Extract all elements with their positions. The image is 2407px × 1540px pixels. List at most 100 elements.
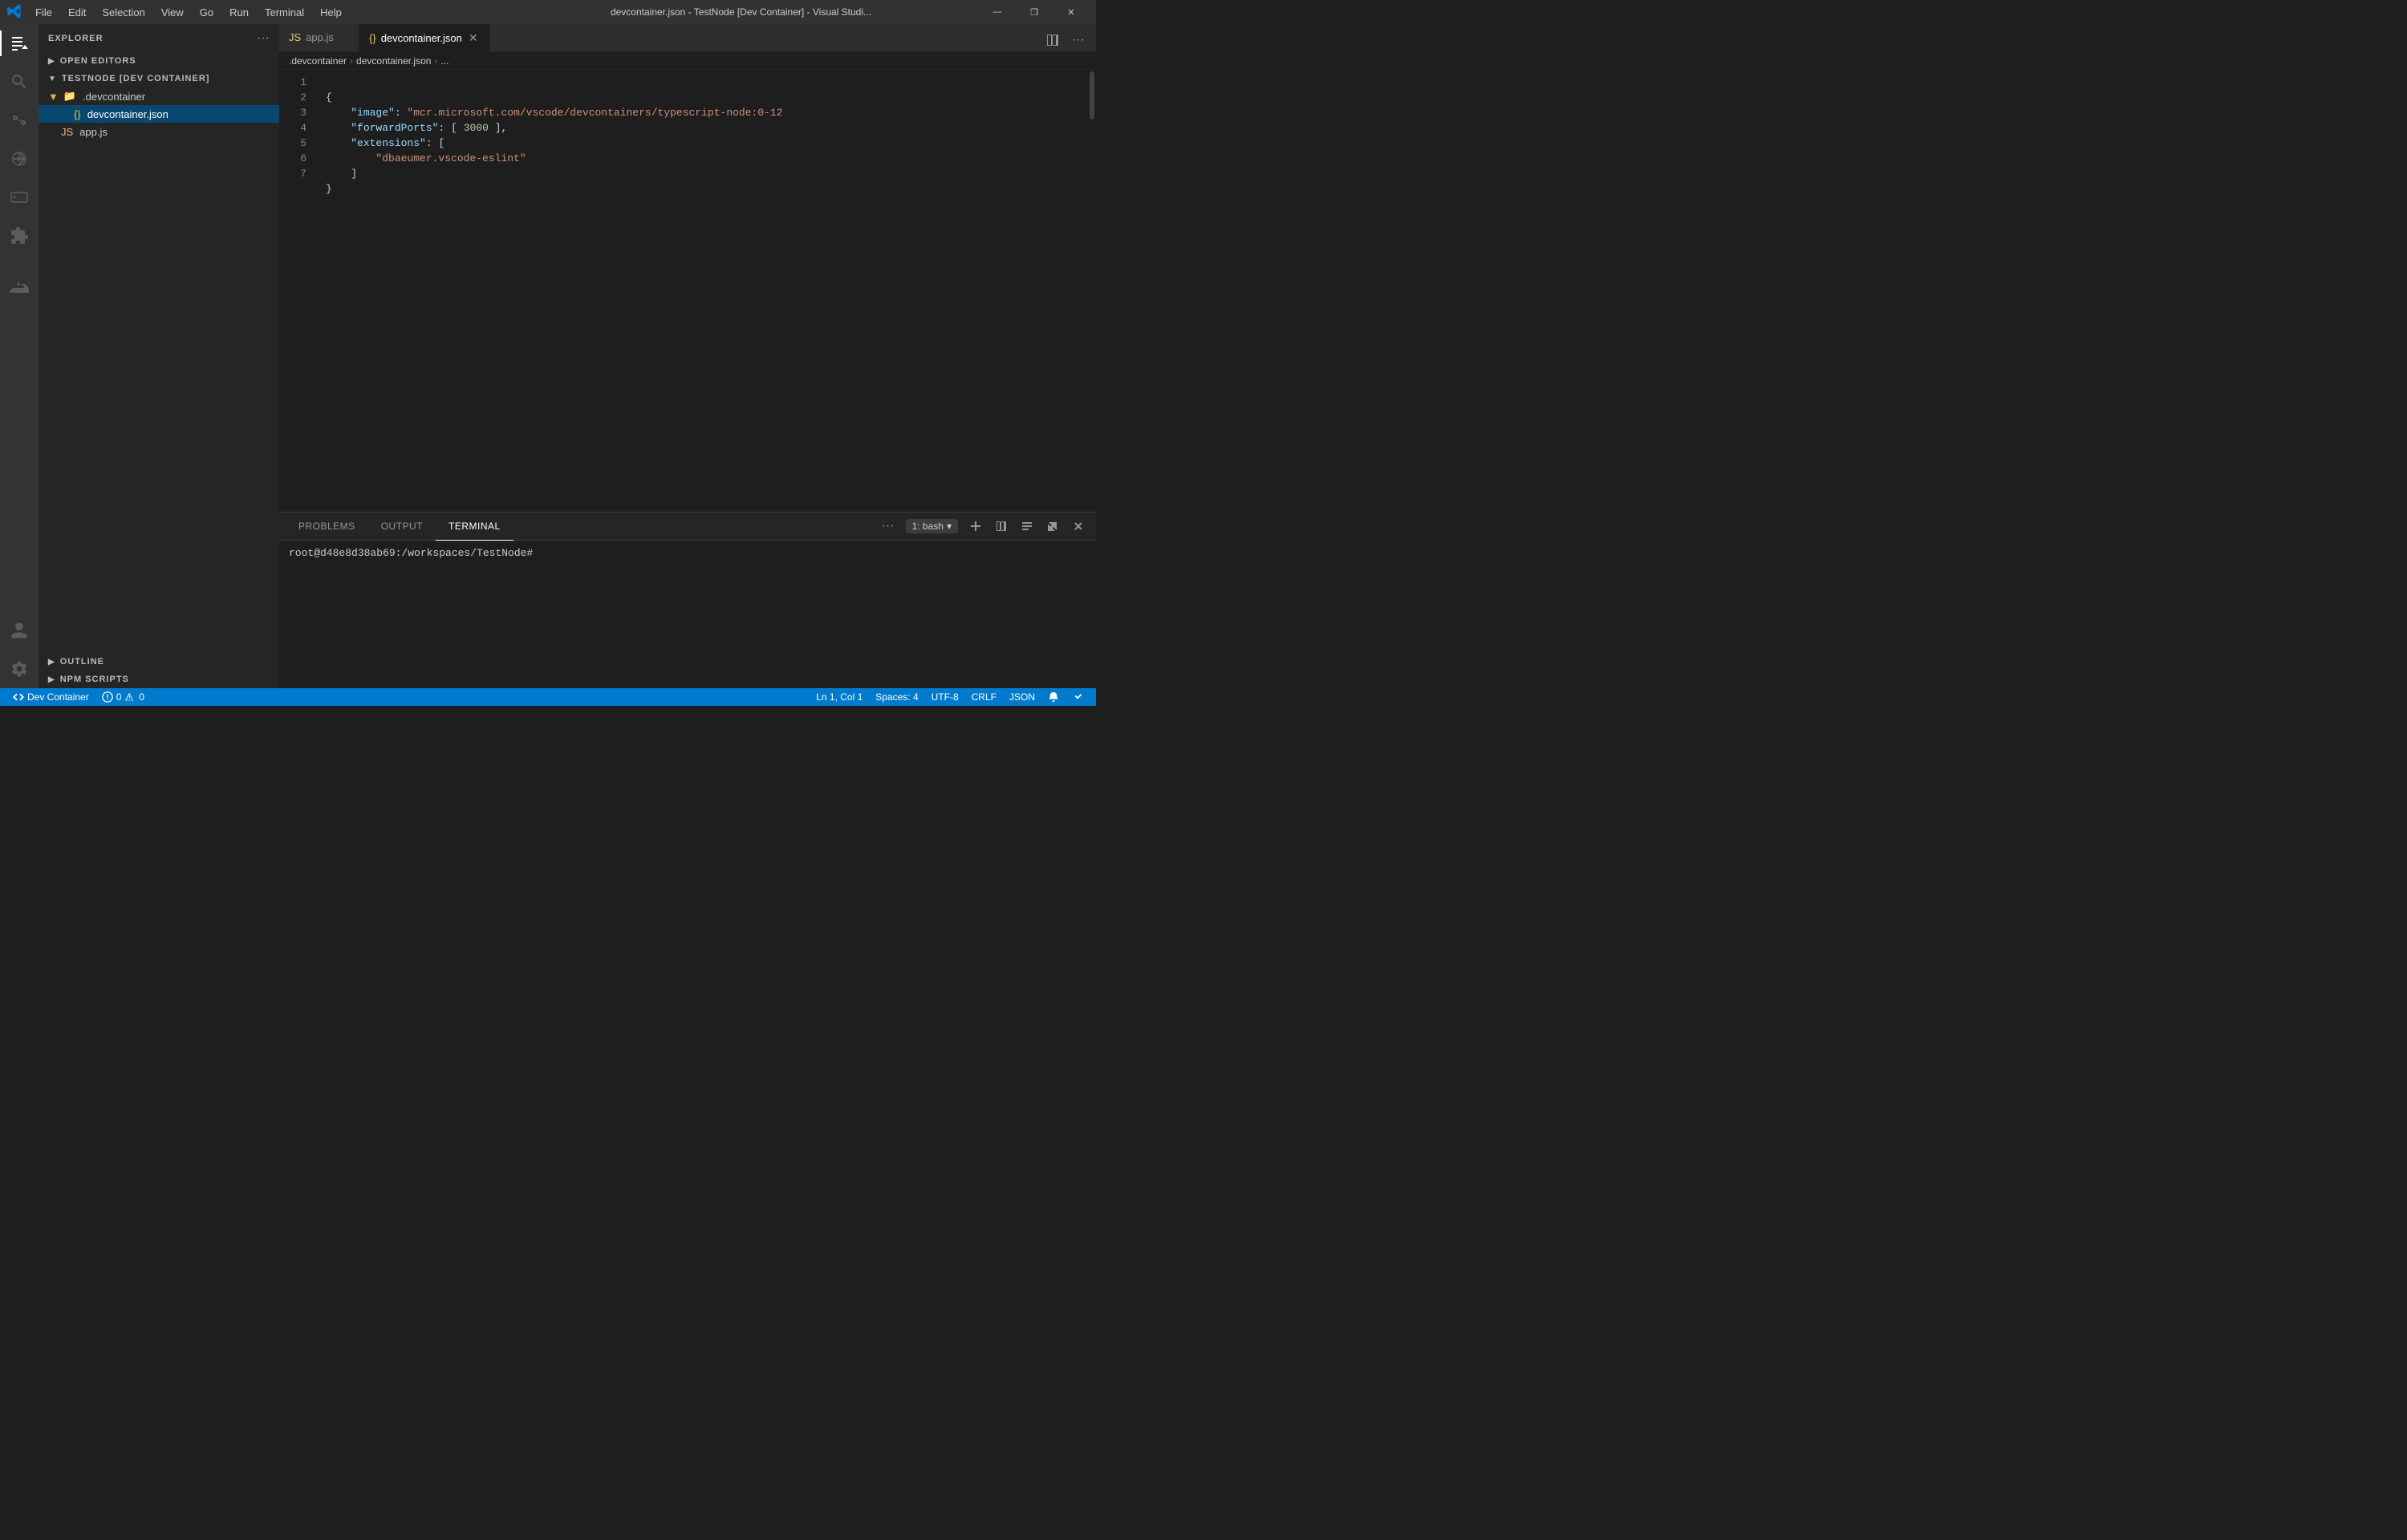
outline-section: ▶ Outline bbox=[39, 653, 279, 671]
status-language[interactable]: JSON bbox=[1003, 688, 1041, 706]
eol-label: CRLF bbox=[972, 691, 996, 703]
sidebar-header: Explorer ··· bbox=[39, 24, 279, 52]
menu-go[interactable]: Go bbox=[192, 5, 221, 20]
tab-actions: ··· bbox=[1041, 29, 1096, 51]
menu-selection[interactable]: Selection bbox=[94, 5, 152, 20]
json-file-icon: {} bbox=[74, 108, 81, 120]
close-panel-button[interactable] bbox=[1067, 515, 1090, 537]
terminal-tab[interactable]: TERMINAL bbox=[436, 513, 513, 541]
menu-run[interactable]: Run bbox=[221, 5, 257, 20]
search-activity-icon[interactable] bbox=[0, 63, 39, 101]
folder-chevron-icon: ▼ bbox=[48, 91, 59, 103]
menu-help[interactable]: Help bbox=[312, 5, 350, 20]
breadcrumb-part-2[interactable]: devcontainer.json bbox=[356, 55, 431, 67]
scrollbar-thumb[interactable] bbox=[1090, 71, 1094, 120]
explorer-activity-icon[interactable] bbox=[0, 24, 39, 63]
open-editors-section: ▶ Open Editors bbox=[39, 52, 279, 70]
status-bar: Dev Container 0 0 Ln 1, Col 1 Spaces: 4 … bbox=[0, 688, 1096, 706]
menu-view[interactable]: View bbox=[153, 5, 192, 20]
status-notifications[interactable] bbox=[1041, 688, 1065, 706]
breadcrumb-sep-2: › bbox=[434, 55, 437, 67]
file-tree-label: TESTNODE [DEV CONTAINER] bbox=[62, 74, 210, 83]
outline-chevron: ▶ bbox=[48, 658, 55, 667]
appjs-tab-icon: JS bbox=[289, 31, 301, 43]
outline-header[interactable]: ▶ Outline bbox=[39, 653, 279, 671]
encoding-label: UTF-8 bbox=[932, 691, 959, 703]
scrollbar-track[interactable] bbox=[1088, 70, 1096, 512]
file-tree-header[interactable]: ▼ TESTNODE [DEV CONTAINER] bbox=[39, 70, 279, 87]
sidebar-title: Explorer bbox=[48, 34, 104, 43]
editor-area: JS app.js {} devcontainer.json ✕ ··· .de… bbox=[279, 24, 1096, 688]
file-tree: ▼ 📁 .devcontainer {} devcontainer.json J… bbox=[39, 87, 279, 140]
folder-devcontainer[interactable]: ▼ 📁 .devcontainer bbox=[39, 87, 279, 105]
kill-terminal-button[interactable] bbox=[1016, 515, 1038, 537]
code-editor[interactable]: 1 2 3 4 5 6 7 { "image": "mcr.microsoft.… bbox=[279, 70, 1096, 512]
close-button[interactable]: ✕ bbox=[1053, 0, 1090, 24]
warning-icon bbox=[124, 691, 136, 703]
run-debug-activity-icon[interactable] bbox=[0, 140, 39, 178]
status-account-sync[interactable] bbox=[1065, 688, 1090, 706]
status-eol[interactable]: CRLF bbox=[965, 688, 1003, 706]
problems-tab[interactable]: PROBLEMS bbox=[286, 513, 368, 541]
npm-scripts-section: ▶ NPM Scripts bbox=[39, 671, 279, 688]
title-bar: File Edit Selection View Go Run Terminal… bbox=[0, 0, 1096, 24]
status-ln-col[interactable]: Ln 1, Col 1 bbox=[810, 688, 869, 706]
open-editors-label: Open Editors bbox=[60, 56, 136, 66]
output-tab[interactable]: OUTPUT bbox=[368, 513, 436, 541]
status-spaces[interactable]: Spaces: 4 bbox=[869, 688, 924, 706]
panel-more-button[interactable]: ··· bbox=[877, 515, 899, 537]
npm-scripts-chevron: ▶ bbox=[48, 675, 55, 684]
file-tree-chevron: ▼ bbox=[48, 75, 57, 83]
docker-activity-icon[interactable] bbox=[0, 268, 39, 306]
warnings-count: 0 bbox=[139, 691, 144, 703]
extensions-activity-icon[interactable] bbox=[0, 217, 39, 255]
terminal-content[interactable]: root@d48e8d38ab69:/workspaces/TestNode# bbox=[279, 541, 1096, 688]
tab-close-button[interactable]: ✕ bbox=[467, 30, 480, 47]
panel-actions: ··· 1: bash ▾ bbox=[877, 515, 1090, 537]
file-appjs[interactable]: JS app.js bbox=[39, 123, 279, 140]
source-control-activity-icon[interactable] bbox=[0, 101, 39, 140]
open-editors-chevron: ▶ bbox=[48, 57, 55, 66]
menu-file[interactable]: File bbox=[27, 5, 60, 20]
notifications-icon bbox=[1048, 691, 1059, 703]
menu-terminal[interactable]: Terminal bbox=[257, 5, 312, 20]
code-content[interactable]: { "image": "mcr.microsoft.com/vscode/dev… bbox=[319, 70, 1088, 512]
split-terminal-button[interactable] bbox=[990, 515, 1013, 537]
npm-scripts-header[interactable]: ▶ NPM Scripts bbox=[39, 671, 279, 688]
minimize-button[interactable]: — bbox=[979, 0, 1016, 24]
sidebar: Explorer ··· ▶ Open Editors ▼ TESTNODE [… bbox=[39, 24, 279, 688]
terminal-prompt: root@d48e8d38ab69:/workspaces/TestNode# bbox=[289, 547, 533, 559]
window-controls: — ❐ ✕ bbox=[979, 0, 1090, 24]
status-errors-warnings[interactable]: 0 0 bbox=[95, 688, 151, 706]
breadcrumb-part-1[interactable]: .devcontainer bbox=[289, 55, 347, 67]
more-actions-button[interactable]: ··· bbox=[1067, 29, 1090, 51]
tab-appjs[interactable]: JS app.js bbox=[279, 24, 359, 51]
split-editor-button[interactable] bbox=[1041, 29, 1064, 51]
outline-label: Outline bbox=[60, 657, 104, 667]
file-name-appjs: app.js bbox=[79, 126, 108, 138]
maximize-panel-button[interactable] bbox=[1041, 515, 1064, 537]
new-terminal-button[interactable] bbox=[964, 515, 987, 537]
errors-count: 0 bbox=[116, 691, 122, 703]
window-title: devcontainer.json - TestNode [Dev Contai… bbox=[503, 6, 979, 18]
dev-container-label: Dev Container bbox=[27, 691, 89, 703]
file-devcontainer-json[interactable]: {} devcontainer.json bbox=[39, 105, 279, 123]
maximize-button[interactable]: ❐ bbox=[1016, 0, 1053, 24]
remote-icon bbox=[13, 691, 24, 703]
terminal-select[interactable]: 1: bash ▾ bbox=[906, 519, 958, 533]
panel-tabs: PROBLEMS OUTPUT TERMINAL ··· 1: bash ▾ bbox=[279, 513, 1096, 541]
devcontainer-tab-icon: {} bbox=[369, 32, 376, 44]
breadcrumb-part-3[interactable]: ... bbox=[440, 55, 449, 67]
menu-edit[interactable]: Edit bbox=[60, 5, 94, 20]
tab-devcontainer-json[interactable]: {} devcontainer.json ✕ bbox=[359, 24, 490, 51]
js-file-icon: JS bbox=[61, 126, 73, 138]
settings-activity-icon[interactable] bbox=[0, 650, 39, 688]
open-editors-header[interactable]: ▶ Open Editors bbox=[39, 52, 279, 70]
account-activity-icon[interactable] bbox=[0, 611, 39, 650]
status-right: Ln 1, Col 1 Spaces: 4 UTF-8 CRLF JSON bbox=[810, 688, 1090, 706]
remote-explorer-activity-icon[interactable] bbox=[0, 178, 39, 217]
sidebar-more-button[interactable]: ··· bbox=[257, 31, 270, 46]
status-dev-container[interactable]: Dev Container bbox=[6, 688, 95, 706]
line-numbers: 1 2 3 4 5 6 7 bbox=[279, 70, 319, 512]
status-encoding[interactable]: UTF-8 bbox=[925, 688, 965, 706]
